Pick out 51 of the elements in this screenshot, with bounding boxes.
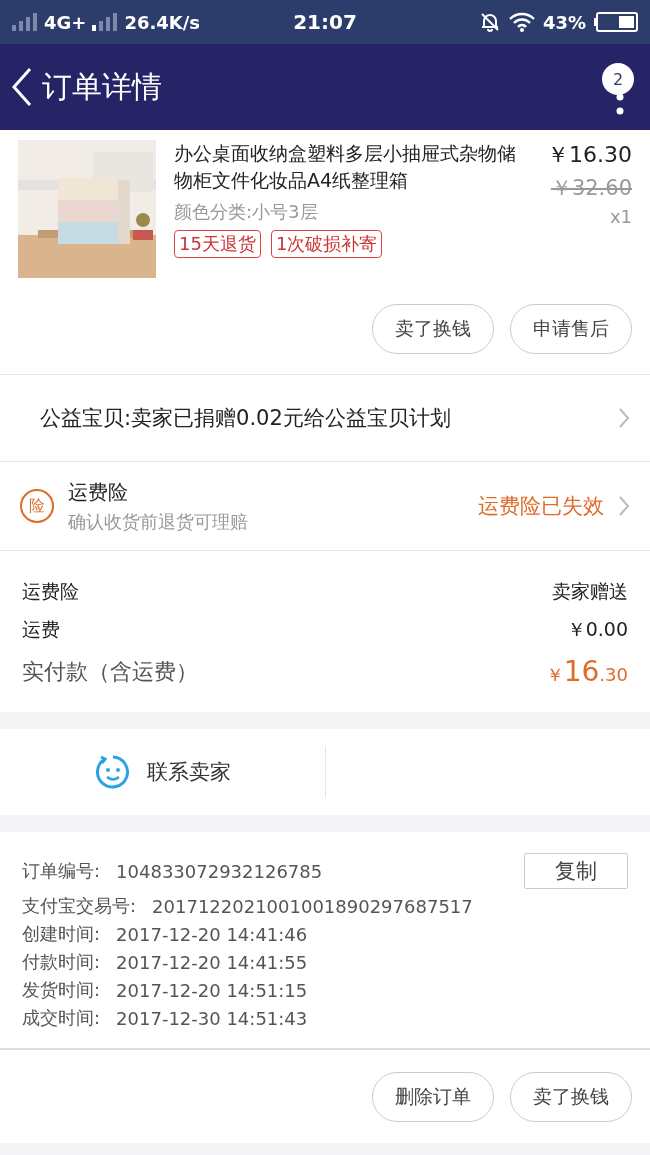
insurance-subtitle: 确认收货前退货可理赔 (68, 509, 249, 534)
action-button[interactable]: 卖了换钱 (510, 1071, 632, 1122)
product-price: ￥16.30 (547, 141, 632, 169)
battery-percent: 43% (542, 11, 586, 33)
fee-value: 卖家赠送 (552, 579, 628, 604)
clock: 21:07 (293, 10, 357, 34)
fee-value: ￥0.00 (566, 617, 628, 642)
info-label: 成交时间: (22, 1006, 101, 1030)
insurance-title: 运费险 (68, 478, 129, 506)
info-value: 2017-12-20 14:41:46 (116, 923, 308, 945)
action-button[interactable]: 申请售后 (510, 304, 632, 354)
info-label: 创建时间: (22, 922, 101, 946)
total-label: 实付款（含运费） (22, 657, 198, 686)
insurance-icon: 险 (20, 489, 54, 523)
page-title: 订单详情 (42, 67, 163, 106)
service-tag: 15天退货 (174, 230, 261, 258)
notification-badge: 2 (602, 63, 634, 95)
action-button[interactable]: 卖了换钱 (372, 304, 494, 354)
chat-face-icon (94, 754, 131, 790)
signal-icon (92, 13, 119, 31)
product-title[interactable]: 办公桌面收纳盒塑料多层小抽屉式杂物储物柜文件化妆品A4纸整理箱 (174, 140, 524, 194)
quantity: x1 (609, 206, 632, 227)
info-value: 2017-12-20 14:51:15 (116, 979, 308, 1001)
info-value: 2017-12-30 14:51:43 (116, 1007, 308, 1029)
chevron-icon (618, 495, 630, 517)
contact-seller-link[interactable]: 联系卖家 (146, 758, 231, 786)
info-label: 订单编号: (22, 859, 101, 883)
info-value: 104833072932126785 (116, 860, 323, 882)
wifi-icon (508, 12, 535, 32)
back-icon[interactable] (10, 67, 34, 107)
original-price: ￥32.60 (550, 175, 632, 202)
signal-icon (12, 13, 38, 31)
info-value: 2017122021001001890297687517 (152, 895, 473, 917)
chevron-icon (618, 407, 630, 429)
muted-bell-icon (478, 11, 501, 33)
action-button[interactable]: 删除订单 (372, 1071, 494, 1122)
fee-label: 运费 (22, 617, 60, 642)
charity-text: 公益宝贝:卖家已捐赠0.02元给公益宝贝计划 (40, 405, 451, 432)
info-label: 支付宝交易号: (22, 894, 137, 918)
info-value: 2017-12-20 14:41:55 (116, 951, 308, 973)
info-label: 发货时间: (22, 978, 101, 1002)
network-type: 4G+ (44, 11, 87, 33)
info-label: 付款时间: (22, 950, 101, 974)
network-speed: 26.4K/s (124, 11, 201, 33)
copy-button[interactable]: 复制 (524, 853, 628, 889)
charity-row[interactable]: 公益宝贝:卖家已捐赠0.02元给公益宝贝计划 (0, 374, 650, 461)
service-tag: 1次破损补寄 (270, 230, 383, 258)
battery-icon (594, 12, 638, 32)
product-variant: 颜色分类:小号3层 (174, 200, 319, 224)
fee-label: 运费险 (22, 579, 79, 604)
total-amount: ￥16.30 (545, 655, 628, 688)
